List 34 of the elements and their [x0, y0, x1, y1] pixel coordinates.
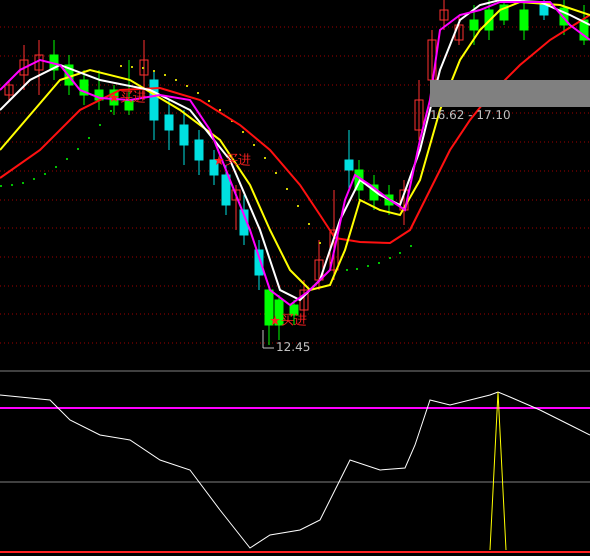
low-price-label: 12.45	[276, 340, 310, 354]
candlestick	[254, 240, 264, 290]
candlestick	[414, 80, 424, 140]
candlestick	[150, 70, 158, 140]
candlestick	[274, 294, 284, 340]
candlestick	[64, 54, 74, 96]
candlestick	[80, 70, 88, 106]
candlestick	[384, 184, 394, 216]
candlestick	[34, 40, 44, 96]
candlestick	[50, 40, 58, 80]
leader-line	[262, 330, 274, 348]
candlestick	[484, 0, 494, 40]
candlestick	[180, 110, 188, 166]
candlestick	[164, 100, 174, 150]
star-icon	[270, 315, 280, 325]
star-icon	[214, 155, 224, 165]
candlestick	[500, 0, 508, 26]
candlestick	[470, 4, 478, 46]
candlestick	[4, 80, 14, 100]
candlestick	[370, 174, 378, 210]
candlestick	[20, 44, 28, 90]
candlestick	[222, 164, 230, 216]
candlestick	[540, 0, 548, 20]
candlestick	[194, 130, 204, 176]
candlestick	[232, 184, 240, 230]
candlestick	[580, 4, 588, 46]
star-icon	[109, 92, 119, 102]
candlestick	[440, 0, 448, 30]
candlestick	[210, 150, 218, 186]
candlestick	[314, 240, 324, 290]
candlestick	[240, 194, 248, 246]
candlestick	[400, 180, 408, 226]
candlestick	[560, 0, 568, 36]
candlestick	[454, 14, 464, 46]
